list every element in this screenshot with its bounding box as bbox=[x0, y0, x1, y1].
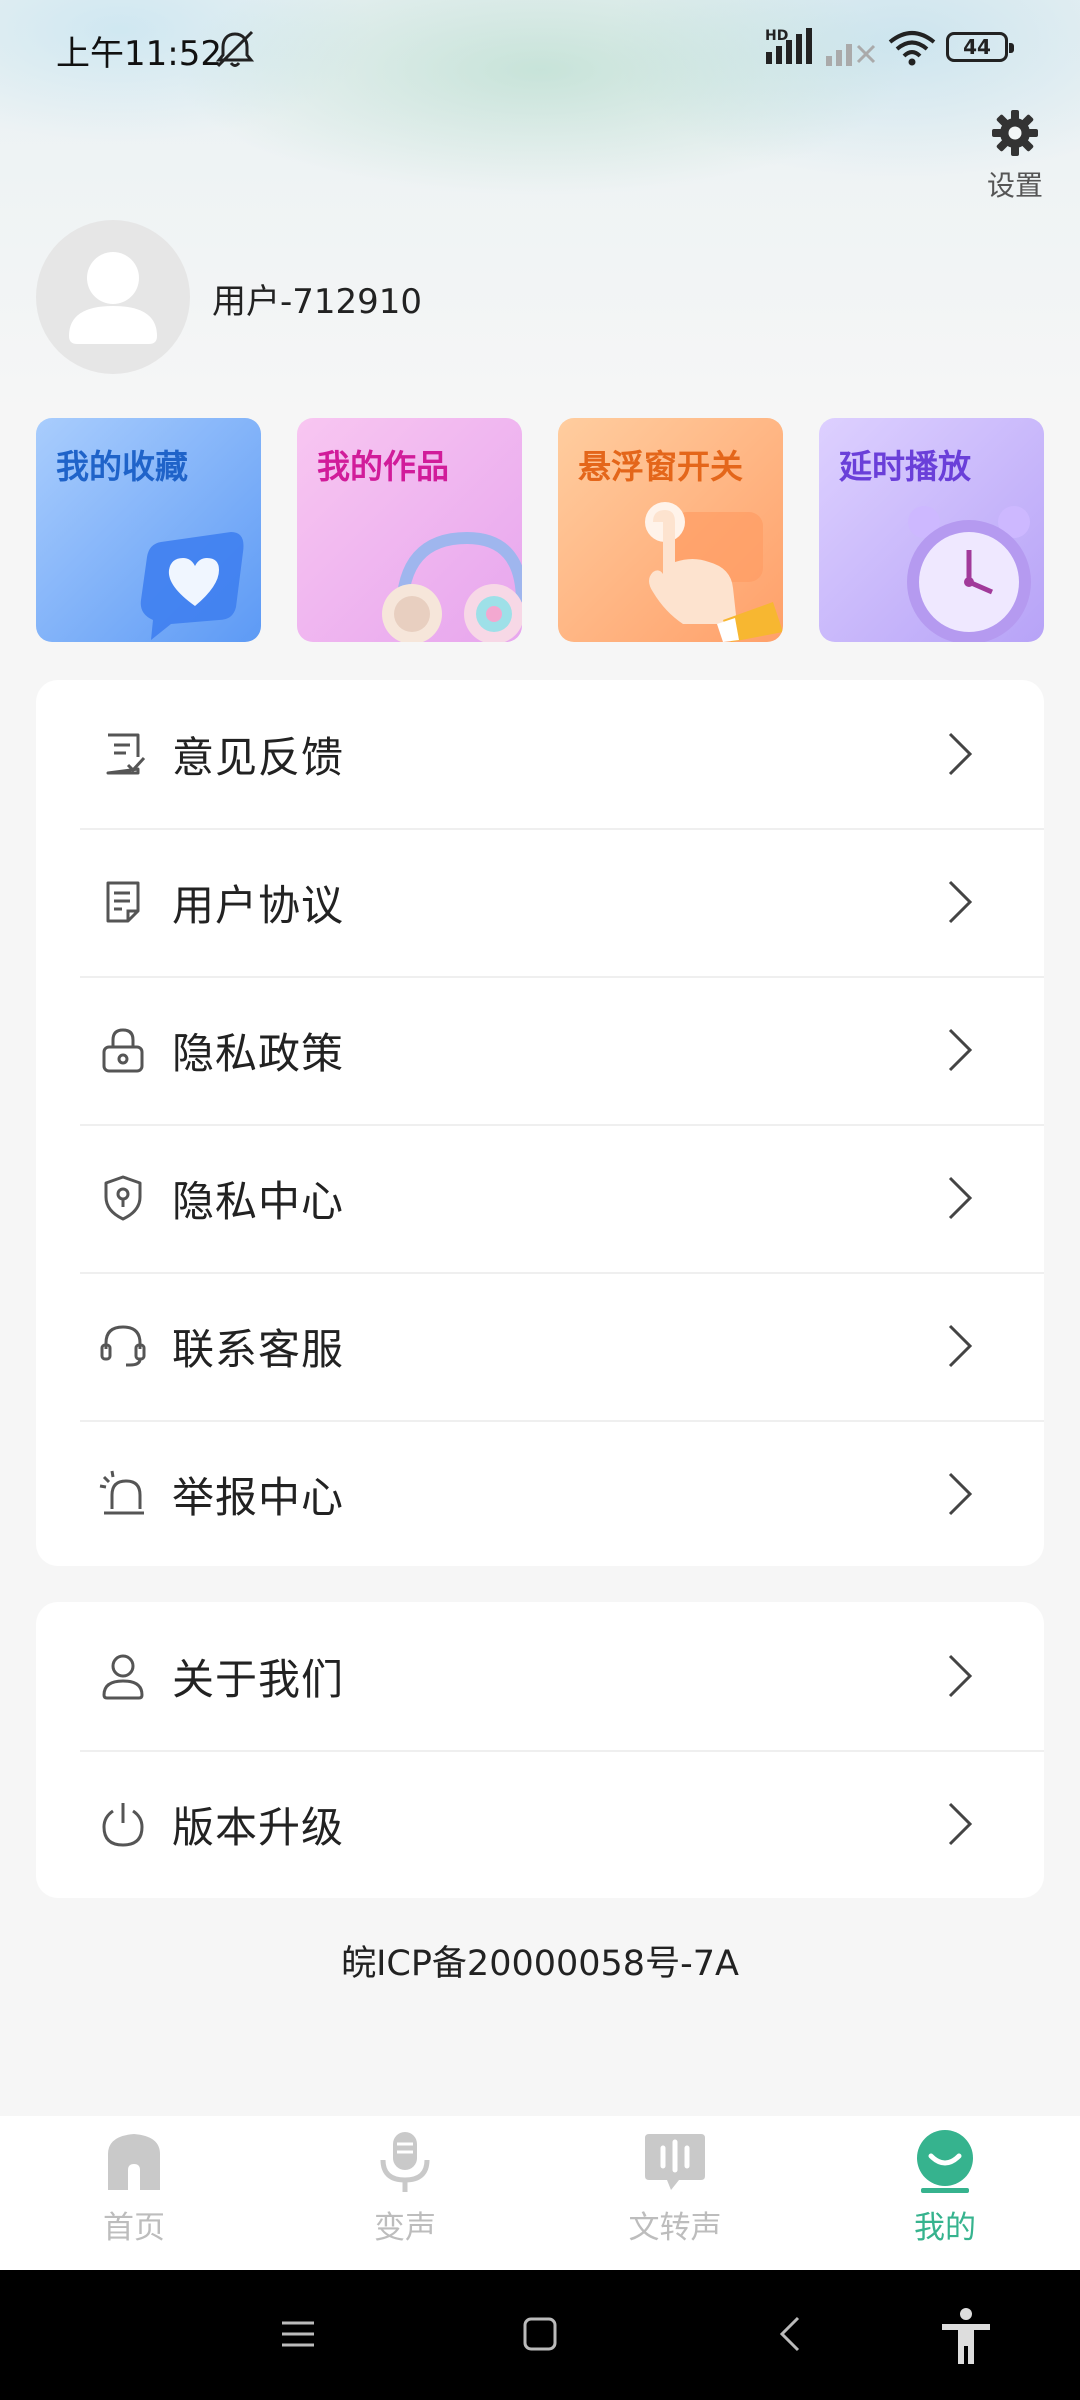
settings-label: 设置 bbox=[986, 169, 1043, 202]
microphone-icon bbox=[380, 2132, 430, 2192]
tap-hand-icon bbox=[645, 502, 783, 642]
tab-mine-label: 我的 bbox=[914, 2210, 976, 2246]
menu-item-feedback-label: 意见反馈 bbox=[172, 732, 345, 782]
menu-item-privacy-policy[interactable]: 隐私政策 bbox=[36, 976, 1044, 1124]
feedback-icon bbox=[106, 733, 146, 775]
lock-icon bbox=[102, 1028, 144, 1073]
battery-level: 44 bbox=[963, 35, 991, 59]
menu-item-report-center[interactable]: 举报中心 bbox=[36, 1420, 1044, 1568]
card-favorites[interactable]: 我的收藏 bbox=[36, 418, 261, 642]
menu-group-main: 意见反馈 用户协议 隐私政策 隐私中心 联系客服 举报中心 bbox=[36, 680, 1044, 1566]
menu-item-user-agreement[interactable]: 用户协议 bbox=[36, 828, 1044, 976]
battery-icon: 44 bbox=[946, 32, 1014, 62]
home-button-icon[interactable] bbox=[520, 2314, 560, 2354]
shield-icon bbox=[104, 1175, 142, 1221]
accessibility-icon[interactable] bbox=[938, 2306, 994, 2366]
home-icon bbox=[108, 2134, 160, 2190]
profile-icon bbox=[917, 2130, 973, 2193]
alarm-icon bbox=[99, 1470, 144, 1515]
person-icon bbox=[102, 1654, 144, 1700]
default-avatar-icon bbox=[69, 252, 157, 344]
tab-home-label: 首页 bbox=[103, 2210, 165, 2246]
chevron-right-icon bbox=[948, 1654, 973, 1698]
document-icon bbox=[106, 881, 140, 923]
menu-item-about-us[interactable]: 关于我们 bbox=[36, 1602, 1044, 1750]
card-my-works-label: 我的作品 bbox=[317, 447, 449, 486]
menu-icon[interactable] bbox=[278, 2314, 318, 2354]
mute-icon bbox=[215, 30, 255, 68]
tab-voice-changer-label: 变声 bbox=[374, 2210, 436, 2246]
system-navigation-bar bbox=[0, 2270, 1080, 2400]
signal-weak-icon bbox=[826, 44, 876, 66]
icp-filing-number[interactable]: 皖ICP备20000058号-7A bbox=[0, 1935, 1080, 1986]
chevron-right-icon bbox=[948, 1324, 973, 1368]
menu-item-privacy-policy-label: 隐私政策 bbox=[172, 1028, 345, 1078]
menu-item-version-upgrade[interactable]: 版本升级 bbox=[36, 1750, 1044, 1898]
status-bar: 上午11:52 HD 44 bbox=[0, 0, 1080, 100]
card-delayed-playback-label: 延时播放 bbox=[839, 447, 971, 486]
menu-item-customer-service-label: 联系客服 bbox=[172, 1324, 345, 1374]
avatar[interactable] bbox=[36, 220, 190, 374]
status-time: 上午11:52 bbox=[56, 34, 222, 74]
card-my-works[interactable]: 我的作品 bbox=[297, 418, 522, 642]
wifi-icon bbox=[888, 31, 936, 66]
username[interactable]: 用户-712910 bbox=[212, 274, 422, 323]
chevron-right-icon bbox=[948, 1176, 973, 1220]
menu-item-user-agreement-label: 用户协议 bbox=[172, 880, 345, 930]
power-icon bbox=[102, 1803, 144, 1847]
headset-icon bbox=[100, 1325, 146, 1367]
chevron-right-icon bbox=[948, 1802, 973, 1846]
heart-bubble-icon bbox=[140, 532, 244, 640]
menu-item-report-center-label: 举报中心 bbox=[172, 1472, 345, 1522]
card-floating-window-toggle[interactable]: 悬浮窗开关 bbox=[558, 418, 783, 642]
chevron-right-icon bbox=[948, 1028, 973, 1072]
tab-home[interactable]: 首页 bbox=[34, 2130, 234, 2247]
back-icon[interactable] bbox=[770, 2314, 810, 2354]
bottom-tab-bar: 首页 变声 文转声 我的 bbox=[0, 2116, 1080, 2270]
chevron-right-icon bbox=[948, 880, 973, 924]
signal-icon bbox=[766, 28, 812, 64]
chevron-right-icon bbox=[948, 732, 973, 776]
menu-item-privacy-center-label: 隐私中心 bbox=[172, 1176, 345, 1226]
text-to-speech-icon bbox=[645, 2134, 705, 2190]
tab-mine[interactable]: 我的 bbox=[845, 2130, 1045, 2247]
tab-text-to-speech[interactable]: 文转声 bbox=[575, 2130, 775, 2247]
gear-icon bbox=[992, 110, 1038, 156]
card-delayed-playback[interactable]: 延时播放 bbox=[819, 418, 1044, 642]
menu-item-about-us-label: 关于我们 bbox=[172, 1654, 345, 1704]
menu-group-about: 关于我们 版本升级 bbox=[36, 1602, 1044, 1898]
settings-button[interactable]: 设置 bbox=[975, 108, 1055, 204]
alarm-clock-icon bbox=[907, 506, 1031, 642]
menu-item-customer-service[interactable]: 联系客服 bbox=[36, 1272, 1044, 1420]
menu-item-version-upgrade-label: 版本升级 bbox=[172, 1802, 345, 1852]
card-floating-window-label: 悬浮窗开关 bbox=[578, 447, 743, 486]
menu-item-feedback[interactable]: 意见反馈 bbox=[36, 680, 1044, 828]
headphones-icon bbox=[382, 531, 522, 642]
card-favorites-label: 我的收藏 bbox=[56, 447, 188, 486]
chevron-right-icon bbox=[948, 1472, 973, 1516]
tab-voice-changer[interactable]: 变声 bbox=[305, 2130, 505, 2247]
tab-text-to-speech-label: 文转声 bbox=[628, 2210, 722, 2246]
menu-item-privacy-center[interactable]: 隐私中心 bbox=[36, 1124, 1044, 1272]
